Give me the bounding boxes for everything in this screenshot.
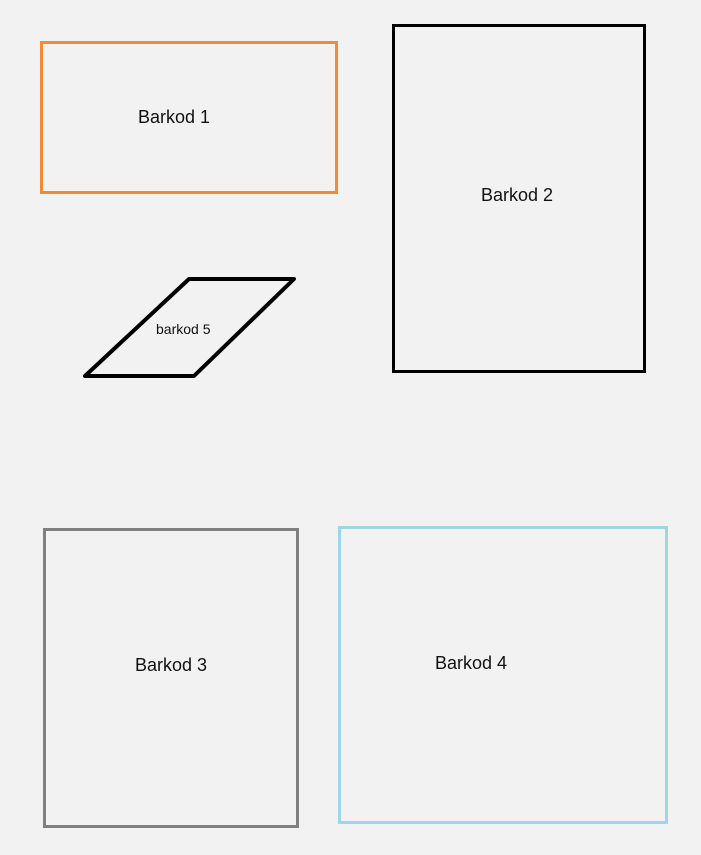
barkod-1-label: Barkod 1: [138, 107, 211, 127]
barkod-4-box: [338, 526, 668, 824]
barkod-5-label: barkod 5: [156, 321, 211, 337]
barkod-4-label: Barkod 4: [435, 653, 508, 673]
barkod-2-label: Barkod 2: [481, 185, 554, 205]
barkod-3-label: Barkod 3: [135, 655, 208, 675]
barkod-3-box: [43, 528, 299, 828]
